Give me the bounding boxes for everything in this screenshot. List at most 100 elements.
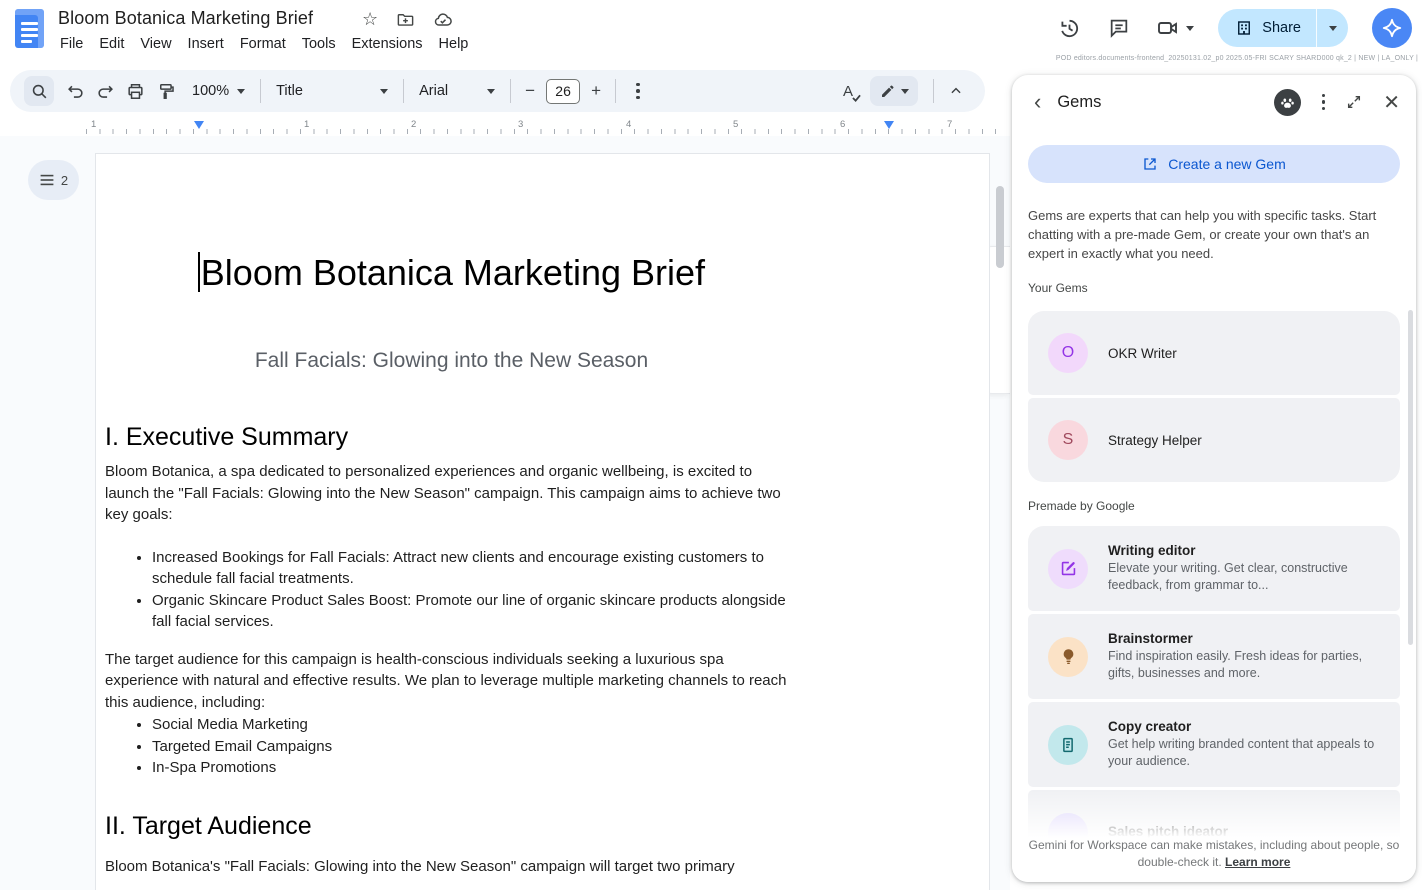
list-item[interactable]: Organic Skincare Product Sales Boost: Pr… [152, 590, 798, 633]
goals-bullet-list[interactable]: Increased Bookings for Fall Facials: Att… [105, 547, 798, 633]
google-docs-window: Bloom Botanica Marketing Brief ☆ File Ed… [0, 0, 1422, 890]
gem-name: Writing editor [1108, 543, 1376, 558]
menu-help[interactable]: Help [431, 34, 477, 54]
share-label: Share [1262, 20, 1301, 36]
your-gems-label: Your Gems [1028, 281, 1400, 295]
undo-icon[interactable] [60, 76, 90, 106]
chevron-down-icon [237, 89, 245, 94]
font-size-input[interactable]: 26 [546, 79, 580, 104]
document-body[interactable]: Bloom Botanica Marketing Brief Fall Faci… [105, 251, 798, 877]
paint-format-icon[interactable] [150, 76, 180, 106]
list-item[interactable]: Increased Bookings for Fall Facials: Att… [152, 547, 798, 590]
zoom-select[interactable]: 100% [184, 76, 253, 106]
search-menus-icon[interactable] [24, 76, 54, 106]
comments-icon[interactable] [1106, 15, 1132, 41]
tabs-outline-badge[interactable]: 2 [28, 160, 79, 200]
gem-avatar: O [1048, 333, 1088, 373]
list-item[interactable]: Targeted Email Campaigns [152, 736, 798, 758]
org-building-icon [1235, 19, 1253, 37]
document-lines-icon [1048, 725, 1088, 765]
text-cursor [198, 252, 200, 292]
move-to-folder-icon[interactable] [396, 10, 415, 29]
gems-intro-text: Gems are experts that can help you with … [1028, 206, 1384, 263]
back-icon[interactable]: ‹ [1034, 92, 1041, 112]
google-docs-logo-icon[interactable] [15, 9, 44, 48]
doc-paragraph[interactable]: Bloom Botanica, a spa dedicated to perso… [105, 461, 798, 526]
font-family-select[interactable]: Arial [411, 76, 503, 106]
horizontal-ruler[interactable]: 1 1 2 3 4 5 6 7 [86, 119, 1006, 135]
panel-scrollbar-thumb[interactable] [1408, 310, 1413, 645]
gem-card-brainstormer[interactable]: Brainstormer Find inspiration easily. Fr… [1028, 614, 1400, 699]
document-canvas: 2 Bloom Botanica Marketing Brief Fall Fa… [0, 136, 1010, 890]
menu-bar: File Edit View Insert Format Tools Exten… [52, 34, 476, 54]
list-item[interactable]: Social Media Marketing [152, 714, 798, 736]
right-indent-marker[interactable] [884, 121, 894, 129]
toolbar: 100% Title Arial − 26 + A [10, 70, 985, 112]
print-icon[interactable] [120, 76, 150, 106]
doc-heading-1[interactable]: I. Executive Summary [105, 421, 798, 453]
learn-more-link[interactable]: Learn more [1225, 855, 1290, 869]
list-outline-icon [39, 173, 55, 187]
paragraph-style-select[interactable]: Title [268, 76, 396, 106]
left-indent-marker[interactable] [194, 121, 204, 129]
expand-panel-icon[interactable] [1346, 94, 1362, 110]
redo-icon[interactable] [90, 76, 120, 106]
menu-insert[interactable]: Insert [180, 34, 232, 54]
more-toolbar-options-icon[interactable] [623, 76, 653, 106]
menu-file[interactable]: File [52, 34, 91, 54]
share-button[interactable]: Share [1218, 9, 1348, 47]
app-header: Bloom Botanica Marketing Brief ☆ File Ed… [0, 0, 1422, 62]
gem-name: Brainstormer [1108, 631, 1376, 646]
menu-edit[interactable]: Edit [91, 34, 132, 54]
gem-avatar: S [1048, 420, 1088, 460]
gems-side-panel: ‹ Gems [1012, 75, 1416, 882]
gem-description: Get help writing branded content that ap… [1108, 736, 1376, 770]
menu-format[interactable]: Format [232, 34, 294, 54]
editing-mode-select[interactable] [870, 76, 918, 106]
share-dropdown-button[interactable] [1316, 9, 1348, 47]
edit-square-icon [1048, 549, 1088, 589]
menu-extensions[interactable]: Extensions [344, 34, 431, 54]
document-title-field[interactable]: Bloom Botanica Marketing Brief [58, 8, 313, 29]
gem-name: Strategy Helper [1108, 433, 1202, 448]
doc-heading-title[interactable]: Bloom Botanica Marketing Brief [105, 251, 798, 295]
join-call-button[interactable] [1156, 16, 1194, 40]
paw-avatar-icon[interactable] [1274, 89, 1301, 116]
version-history-icon[interactable] [1056, 15, 1082, 41]
collapse-toolbar-icon[interactable] [941, 76, 971, 106]
gem-description: Find inspiration easily. Fresh ideas for… [1108, 648, 1376, 682]
experiment-flags-text: POD editors.documents-frontend_20250131.… [1056, 55, 1418, 62]
create-new-gem-button[interactable]: Create a new Gem [1028, 145, 1400, 183]
star-icon[interactable]: ☆ [362, 9, 378, 30]
gemini-spark-icon [1381, 17, 1403, 39]
doc-paragraph[interactable]: The target audience for this campaign is… [105, 649, 798, 714]
cloud-saved-icon[interactable] [433, 10, 453, 30]
document-scrollbar-thumb[interactable] [996, 186, 1004, 268]
gem-card-copy-creator[interactable]: Copy creator Get help writing branded co… [1028, 702, 1400, 787]
menu-tools[interactable]: Tools [294, 34, 344, 54]
chevron-down-icon [380, 89, 388, 94]
style-value: Title [276, 83, 303, 99]
gem-card-strategy-helper[interactable]: S Strategy Helper [1028, 398, 1400, 482]
gem-name: Copy creator [1108, 719, 1376, 734]
increase-font-size-button[interactable]: + [584, 79, 608, 103]
chevron-down-icon[interactable] [1186, 26, 1194, 31]
gemini-spark-button[interactable] [1372, 8, 1412, 48]
tab-count: 2 [61, 173, 68, 188]
channels-bullet-list[interactable]: Social Media Marketing Targeted Email Ca… [105, 714, 798, 779]
chevron-down-icon [487, 89, 495, 94]
gem-card-writing-editor[interactable]: Writing editor Elevate your writing. Get… [1028, 526, 1400, 611]
menu-view[interactable]: View [132, 34, 179, 54]
doc-paragraph[interactable]: Bloom Botanica's "Fall Facials: Glowing … [105, 856, 798, 878]
decrease-font-size-button[interactable]: − [518, 79, 542, 103]
zoom-value: 100% [192, 83, 229, 99]
panel-more-options-icon[interactable] [1322, 94, 1326, 111]
close-panel-icon[interactable]: ✕ [1383, 90, 1400, 115]
doc-subtitle[interactable]: Fall Facials: Glowing into the New Seaso… [105, 347, 798, 374]
list-item[interactable]: In-Spa Promotions [152, 757, 798, 779]
gem-card-okr-writer[interactable]: O OKR Writer [1028, 311, 1400, 395]
spellcheck-icon[interactable]: A [834, 76, 862, 106]
doc-heading-1[interactable]: II. Target Audience [105, 810, 798, 842]
open-in-new-icon [1142, 156, 1158, 172]
gems-disclaimer: Gemini for Workspace can make mistakes, … [1012, 837, 1416, 871]
